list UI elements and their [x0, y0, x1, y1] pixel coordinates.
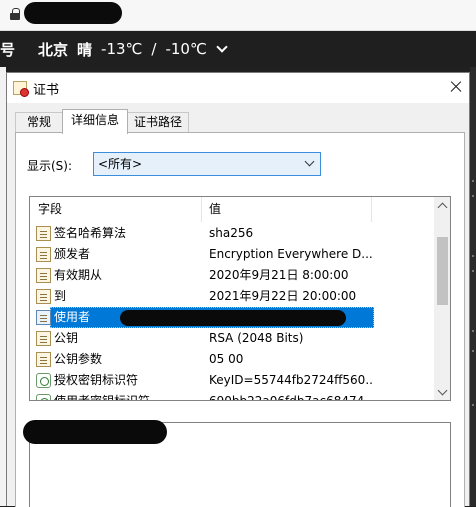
list-row[interactable]: 授权密钥标识符 KeyID=55744fb2724ff560... [30, 370, 434, 391]
row-field: 公钥 [54, 331, 79, 345]
row-field: 颁发者 [54, 247, 91, 261]
chevron-down-icon [304, 156, 315, 167]
field-icon [36, 268, 51, 283]
row-value: 05 00 [209, 352, 244, 366]
certificate-icon [13, 81, 29, 97]
column-header-field[interactable]: 字段 [30, 197, 202, 222]
list-row[interactable]: 公钥参数 05 00 [30, 349, 434, 370]
field-icon [36, 226, 51, 241]
field-icon [36, 310, 51, 325]
redacted-url [24, 2, 122, 24]
row-field: 使用者密钥标识符 [54, 394, 151, 401]
tab-strip: 常规 详细信息 证书路径 [15, 109, 465, 134]
list-row-selected[interactable]: 使用者 [30, 307, 434, 328]
dialog-titlebar[interactable]: 证书 [7, 73, 469, 103]
scroll-down-icon[interactable] [434, 383, 450, 400]
weather-bar: 号 北京 晴 -13℃ / -10℃ [0, 31, 476, 67]
field-icon [36, 247, 51, 262]
row-value: Encryption Everywhere D... [209, 247, 373, 261]
field-icon [36, 352, 51, 367]
row-field: 授权密钥标识符 [54, 373, 139, 387]
scroll-thumb[interactable] [437, 237, 448, 305]
row-value: KeyID=55744fb2724ff560... [209, 373, 373, 387]
row-value: 2021年9月22日 20:00:00 [209, 289, 357, 303]
weather-city[interactable]: 北京 [38, 39, 68, 60]
key-extension-icon [36, 394, 51, 400]
tab-general[interactable]: 常规 [15, 112, 63, 133]
list-header: 字段 值 [30, 197, 434, 222]
weather-temp-low: -13℃ [101, 40, 143, 58]
certificate-dialog: 证书 常规 详细信息 证书路径 显示(S): <所有> 字段 值 签名哈希算法 … [6, 72, 470, 507]
field-icon [36, 331, 51, 346]
row-value: 690bb22a06fdb7ac68474... [209, 394, 373, 401]
field-icon [36, 289, 51, 304]
list-scrollbar[interactable] [434, 197, 450, 400]
weather-condition: 晴 [77, 40, 93, 59]
list-row[interactable]: 公钥 RSA (2048 Bits) [30, 328, 434, 349]
close-button[interactable] [443, 73, 469, 101]
tab-details[interactable]: 详细信息 [62, 109, 128, 134]
show-dropdown[interactable]: <所有> [93, 152, 321, 176]
weather-prefix: 号 [0, 40, 16, 59]
dialog-title: 证书 [33, 83, 60, 98]
chevron-down-icon[interactable] [216, 41, 228, 53]
key-extension-icon [36, 373, 51, 388]
row-field: 公钥参数 [54, 352, 103, 366]
row-field: 使用者 [54, 310, 91, 324]
show-label: 显示(S): [27, 159, 73, 173]
row-field: 签名哈希算法 [54, 226, 127, 240]
list-row[interactable]: 有效期从 2020年9月21日 8:00:00 [30, 265, 434, 286]
column-header-value[interactable]: 值 [202, 197, 372, 222]
page-background-dark [470, 67, 476, 506]
row-value: RSA (2048 Bits) [209, 331, 304, 345]
list-row[interactable]: 签名哈希算法 sha256 [30, 223, 434, 244]
list-row[interactable]: 到 2021年9月22日 20:00:00 [30, 286, 434, 307]
row-value: 2020年9月21日 8:00:00 [209, 268, 349, 282]
list-row[interactable]: 颁发者 Encryption Everywhere D... [30, 244, 434, 265]
row-value: sha256 [209, 226, 254, 240]
lock-icon [10, 8, 20, 20]
scroll-up-icon[interactable] [434, 197, 450, 214]
field-list[interactable]: 字段 值 签名哈希算法 sha256 颁发者 Encryption Everyw… [29, 196, 451, 401]
weather-separator: / [151, 40, 157, 58]
show-dropdown-value: <所有> [98, 157, 143, 171]
weather-temp-high: -10℃ [165, 40, 207, 58]
redacted-detail-text [23, 420, 167, 444]
row-field: 到 [54, 289, 67, 303]
tab-certification-path[interactable]: 证书路径 [127, 112, 189, 133]
list-row[interactable]: 使用者密钥标识符 690bb22a06fdb7ac68474... [30, 391, 434, 401]
redacted-value [120, 310, 346, 326]
browser-address-bar [0, 0, 476, 31]
row-field: 有效期从 [54, 268, 103, 282]
